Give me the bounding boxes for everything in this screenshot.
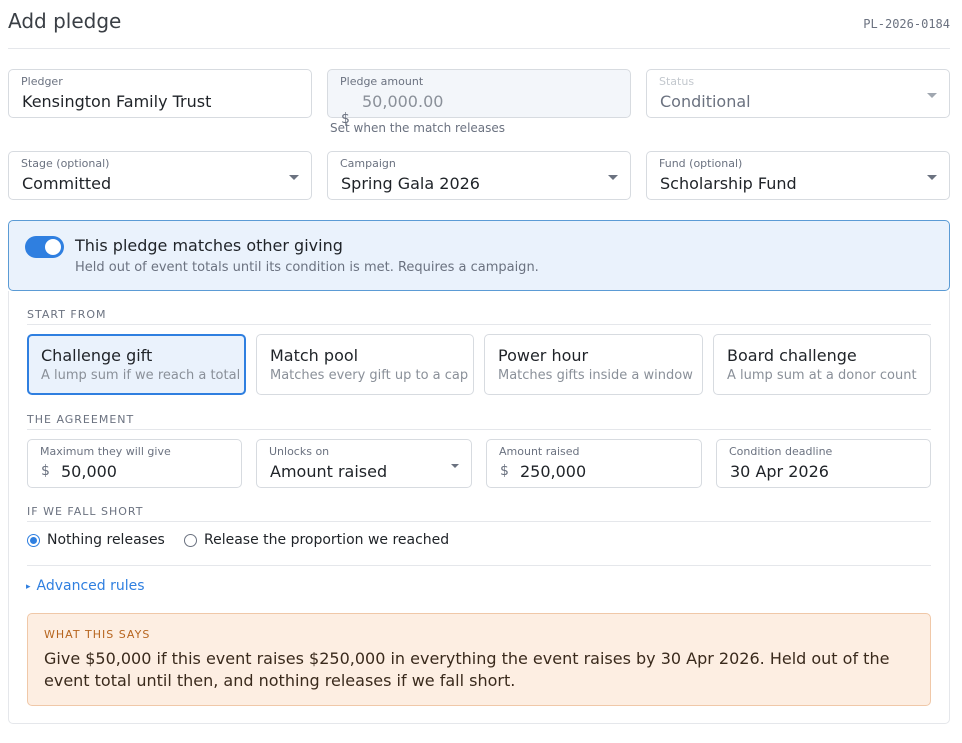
chevron-down-icon (451, 464, 459, 468)
divider (27, 429, 931, 430)
chevron-down-icon (608, 175, 618, 180)
stage-select[interactable]: Stage (optional) Committed (8, 151, 312, 200)
max-give-label: Maximum they will give (40, 445, 171, 458)
radio-release-proportion[interactable]: Release the proportion we reached (184, 531, 449, 549)
status-label: Status (659, 75, 695, 88)
unlocks-on-value: Amount raised (270, 462, 388, 481)
option-title: Match pool (270, 346, 359, 365)
unlocks-on-select[interactable]: Unlocks on Amount raised (256, 439, 472, 488)
max-give-currency: $ (41, 463, 50, 479)
fall-short-heading: IF WE FALL SHORT (27, 505, 144, 518)
radio-label: Nothing releases (47, 532, 165, 548)
option-title: Power hour (498, 346, 589, 365)
amount-raised-currency: $ (500, 463, 509, 479)
status-select: Status Conditional (646, 69, 950, 118)
match-title: This pledge matches other giving (75, 236, 343, 255)
deadline-value: 30 Apr 2026 (730, 462, 829, 481)
radio-unchecked-icon[interactable] (184, 533, 197, 547)
deadline-field[interactable]: Condition deadline 30 Apr 2026 (716, 439, 931, 488)
chevron-down-icon (927, 175, 937, 180)
radio-checked-icon[interactable] (27, 533, 40, 547)
chevron-down-icon (289, 175, 299, 180)
record-id: PL-2026-0184 (863, 17, 950, 31)
deadline-label: Condition deadline (729, 445, 833, 458)
option-board-challenge[interactable]: Board challenge A lump sum at a donor co… (713, 334, 931, 395)
option-subtitle: Matches every gift up to a cap (270, 368, 469, 383)
amount-raised-field[interactable]: Amount raised $ 250,000 (486, 439, 702, 488)
campaign-label: Campaign (340, 157, 396, 170)
stage-label: Stage (optional) (21, 157, 110, 170)
fund-value: Scholarship Fund (660, 174, 797, 193)
unlocks-on-label: Unlocks on (269, 445, 330, 458)
status-value: Conditional (660, 92, 751, 111)
divider (27, 565, 931, 566)
option-title: Board challenge (727, 346, 857, 365)
divider (27, 324, 931, 325)
max-give-field[interactable]: Maximum they will give $ 50,000 (27, 439, 242, 488)
option-subtitle: A lump sum at a donor count (727, 368, 917, 383)
max-give-value: 50,000 (61, 462, 117, 481)
advanced-rules-label: Advanced rules (36, 578, 145, 594)
fund-label: Fund (optional) (659, 157, 743, 170)
fund-select[interactable]: Fund (optional) Scholarship Fund (646, 151, 950, 200)
start-from-heading: START FROM (27, 308, 107, 321)
agreement-heading: THE AGREEMENT (27, 413, 135, 426)
pledge-amount-value: 50,000.00 (362, 92, 444, 111)
caret-right-icon: ▸ (26, 582, 31, 592)
summary-box: WHAT THIS SAYS Give $50,000 if this even… (27, 613, 931, 706)
pledger-label: Pledger (21, 75, 63, 88)
option-power-hour[interactable]: Power hour Matches gifts inside a window (484, 334, 703, 395)
pledge-amount-hint: Set when the match releases (330, 121, 506, 135)
pledge-amount-field: Pledge amount $ 50,000.00 (327, 69, 631, 127)
option-subtitle: Matches gifts inside a window (498, 368, 693, 383)
toggle-knob (45, 239, 61, 255)
option-match-pool[interactable]: Match pool Matches every gift up to a ca… (256, 334, 474, 395)
stage-value: Committed (22, 174, 112, 193)
pledge-amount-label: Pledge amount (340, 75, 424, 88)
amount-raised-value: 250,000 (520, 462, 587, 481)
pledger-field[interactable]: Pledger Kensington Family Trust (8, 69, 312, 118)
pledger-value: Kensington Family Trust (22, 92, 212, 111)
campaign-value: Spring Gala 2026 (341, 174, 480, 193)
campaign-select[interactable]: Campaign Spring Gala 2026 (327, 151, 631, 200)
match-subtitle: Held out of event totals until its condi… (75, 260, 539, 275)
option-title: Challenge gift (41, 346, 153, 365)
radio-nothing-releases[interactable]: Nothing releases (27, 531, 165, 549)
option-subtitle: A lump sum if we reach a total (41, 368, 241, 383)
divider (27, 521, 931, 522)
option-challenge-gift[interactable]: Challenge gift A lump sum if we reach a … (27, 334, 246, 395)
match-toggle[interactable] (25, 236, 64, 258)
summary-text: Give $50,000 if this event raises $250,0… (44, 649, 890, 690)
page-header: Add pledge PL-2026-0184 (8, 0, 950, 49)
chevron-down-icon (927, 93, 937, 98)
summary-heading: WHAT THIS SAYS (44, 628, 151, 641)
match-banner: This pledge matches other giving Held ou… (8, 220, 950, 291)
radio-label: Release the proportion we reached (204, 532, 450, 548)
page-title: Add pledge (8, 9, 122, 33)
advanced-rules-toggle[interactable]: ▸ Advanced rules (26, 578, 145, 594)
amount-raised-label: Amount raised (499, 445, 580, 458)
